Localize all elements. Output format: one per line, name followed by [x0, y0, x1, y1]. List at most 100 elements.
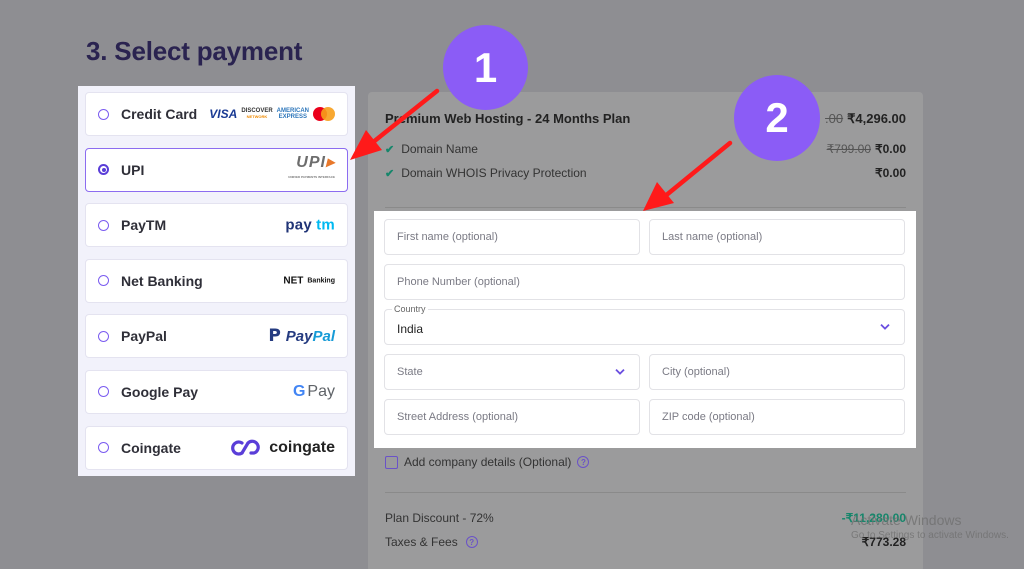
street-placeholder: Street Address (optional) [397, 411, 519, 423]
paytm-icon: pay tm [285, 217, 335, 234]
amex-text-2: EXPRESS [278, 114, 307, 120]
radio-button[interactable] [98, 275, 109, 287]
summary-item-whois-privacy: ✔ Domain WHOIS Privacy Protection [385, 166, 587, 180]
payment-option-label: Google Pay [121, 383, 199, 400]
phone-number-input[interactable]: Phone Number (optional) [384, 264, 905, 300]
plan-discount-row: Plan Discount - 72% [385, 511, 494, 525]
payment-option-label: PayPal [121, 328, 167, 345]
upi-logo-text: UPI [296, 153, 326, 171]
country-value: India [397, 322, 424, 336]
last-name-placeholder: Last name (optional) [662, 231, 763, 243]
summary-item-current-price: ₹0.00 [875, 142, 906, 156]
google-pay-icon: G Pay [293, 383, 335, 401]
payment-option-label: Net Banking [121, 272, 203, 289]
payment-option-paypal[interactable]: PayPal 𝗣 PayPal [85, 314, 348, 359]
paytm-tm-text: tm [316, 216, 335, 234]
payment-option-label: Credit Card [121, 106, 198, 122]
zip-placeholder: ZIP code (optional) [662, 411, 755, 423]
taxes-fees-row: Taxes & Fees ? [385, 535, 478, 549]
first-name-input[interactable]: First name (optional) [384, 219, 640, 255]
phone-placeholder: Phone Number (optional) [397, 276, 520, 288]
paytm-pay-text: pay [285, 216, 313, 234]
chevron-down-icon [880, 324, 890, 330]
radio-button[interactable] [98, 219, 109, 231]
plan-old-price: .00 [825, 111, 844, 126]
netbanking-text-2: Banking [307, 277, 335, 285]
country-select[interactable]: Country India [384, 304, 905, 345]
check-icon: ✔ [385, 167, 395, 180]
check-icon: ✔ [385, 143, 395, 156]
divider [385, 492, 906, 493]
payment-option-coingate[interactable]: Coingate coingate [85, 425, 348, 470]
chevron-down-icon [615, 369, 625, 375]
paypal-icon: 𝗣 PayPal [268, 326, 335, 346]
country-label: Country [392, 304, 428, 314]
mastercard-icon [313, 107, 335, 121]
amex-icon: AMERICAN EXPRESS [277, 108, 309, 120]
visa-icon: VISA [209, 107, 238, 121]
city-input[interactable]: City (optional) [649, 354, 905, 390]
radio-button[interactable] [98, 442, 109, 454]
payment-option-upi[interactable]: UPI UPI▸ UNIFIED PAYMENTS INTERFACE [85, 147, 348, 192]
divider [385, 207, 906, 208]
zip-code-input[interactable]: ZIP code (optional) [649, 399, 905, 435]
summary-item-domain-name: ✔ Domain Name [385, 142, 478, 156]
upi-triangle-icon: ▸ [325, 153, 335, 171]
plan-price: .00 ₹4,296.00 [825, 111, 906, 127]
coingate-icon: coingate [231, 439, 335, 457]
summary-item-price: ₹799.00 ₹0.00 [827, 142, 906, 156]
payment-option-paytm[interactable]: PayTM pay tm [85, 203, 348, 248]
card-brands-logo: VISA DISCOVER NETWORK AMERICAN EXPRESS [209, 107, 335, 121]
payment-option-label: Coingate [121, 439, 181, 456]
watermark-line-2: Go to Settings to activate Windows. [851, 530, 1009, 541]
annotation-badge-2: 2 [734, 75, 820, 161]
radio-button-checked[interactable] [98, 164, 109, 176]
paypal-pal-text: Pal [312, 327, 335, 345]
summary-item-label: Domain WHOIS Privacy Protection [401, 166, 587, 180]
annotation-badge-1: 1 [443, 25, 528, 110]
help-icon[interactable]: ? [577, 456, 590, 468]
first-name-placeholder: First name (optional) [397, 231, 498, 243]
coingate-mark-icon [231, 439, 260, 456]
google-g-icon: G [292, 382, 306, 400]
payment-option-google-pay[interactable]: Google Pay G Pay [85, 369, 348, 414]
netbanking-text-1: NET [283, 275, 304, 287]
gpay-pay-text: Pay [307, 382, 335, 400]
company-details-label: Add company details (Optional) [404, 455, 572, 469]
paypal-p-icon: 𝗣 [268, 326, 281, 346]
windows-activation-watermark: Activate Windows Go to Settings to activ… [851, 512, 1009, 541]
plan-discount-label: Plan Discount - 72% [385, 511, 494, 525]
street-address-input[interactable]: Street Address (optional) [384, 399, 640, 435]
summary-item-old-price: ₹799.00 [826, 142, 871, 156]
payment-option-net-banking[interactable]: Net Banking NET Banking [85, 258, 348, 303]
plan-title: Premium Web Hosting - 24 Months Plan [385, 111, 631, 126]
summary-item-label: Domain Name [401, 142, 478, 156]
page-title: 3. Select payment [86, 36, 303, 66]
radio-button[interactable] [98, 330, 109, 342]
plan-current-price: ₹4,296.00 [847, 111, 906, 126]
company-details-option[interactable]: Add company details (Optional) ? [385, 455, 590, 469]
payment-option-label: PayTM [121, 217, 167, 234]
payment-method-list: Credit Card VISA DISCOVER NETWORK AMERICA… [78, 86, 355, 476]
paypal-pay-text: Pay [285, 327, 313, 345]
state-select[interactable]: State [384, 354, 640, 390]
radio-button[interactable] [98, 386, 109, 398]
upi-icon: UPI▸ UNIFIED PAYMENTS INTERFACE [288, 153, 335, 184]
radio-button[interactable] [98, 108, 109, 120]
city-placeholder: City (optional) [662, 366, 730, 378]
watermark-line-1: Activate Windows [851, 512, 962, 528]
coingate-text: coingate [269, 438, 335, 456]
payment-option-label: UPI [121, 161, 145, 178]
upi-logo-subtext: UNIFIED PAYMENTS INTERFACE [288, 174, 335, 179]
taxes-fees-label: Taxes & Fees [385, 535, 458, 549]
summary-item-price: ₹0.00 [875, 166, 906, 180]
company-details-checkbox[interactable] [385, 455, 398, 469]
discover-icon: DISCOVER NETWORK [241, 108, 272, 120]
last-name-input[interactable]: Last name (optional) [649, 219, 905, 255]
help-icon[interactable]: ? [465, 536, 478, 548]
billing-form: First name (optional) Last name (optiona… [374, 211, 916, 448]
state-placeholder: State [397, 366, 423, 378]
discover-subtext: NETWORK [246, 114, 268, 119]
net-banking-icon: NET Banking [283, 275, 335, 287]
payment-option-credit-card[interactable]: Credit Card VISA DISCOVER NETWORK AMERICA… [85, 92, 348, 136]
